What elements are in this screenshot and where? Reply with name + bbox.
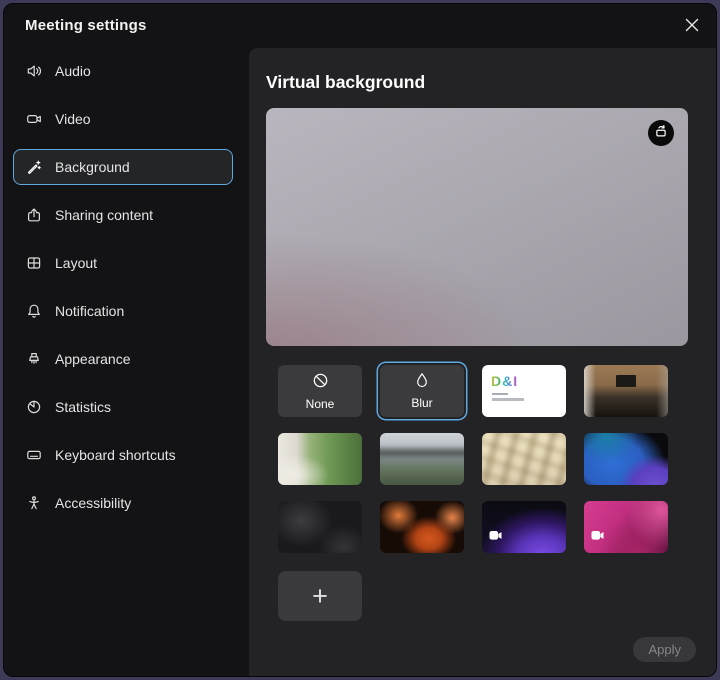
share-icon <box>26 207 42 223</box>
sidebar-item-label: Background <box>55 159 130 175</box>
magic-wand-icon <box>26 159 42 175</box>
background-option-living-room[interactable] <box>278 433 362 485</box>
dni-caption-line <box>492 393 508 395</box>
video-camera-badge-icon <box>489 528 502 546</box>
sidebar-item-layout[interactable]: Layout <box>13 245 233 281</box>
background-thumbnail-grid: None Blur D&I <box>278 365 670 553</box>
background-option-none[interactable]: None <box>278 365 362 417</box>
sidebar-item-label: Notification <box>55 303 124 319</box>
sidebar-item-label: Sharing content <box>55 207 153 223</box>
sidebar-item-label: Appearance <box>55 351 131 367</box>
settings-sidebar: Audio Video Background Sharing content L <box>13 53 233 533</box>
paintbrush-icon <box>26 351 42 367</box>
blur-drop-icon <box>414 372 430 393</box>
sidebar-item-label: Audio <box>55 63 91 79</box>
apply-button[interactable]: Apply <box>633 637 696 662</box>
video-camera-icon <box>26 111 42 127</box>
layout-grid-icon <box>26 255 42 271</box>
sidebar-item-label: Video <box>55 111 91 127</box>
page-title: Virtual background <box>266 72 425 93</box>
accessibility-icon <box>26 495 42 511</box>
background-option-blurred-mountains[interactable] <box>380 433 464 485</box>
window-light-image <box>482 433 566 485</box>
background-option-lava-marble[interactable] <box>380 501 464 553</box>
sidebar-item-label: Keyboard shortcuts <box>55 447 176 463</box>
sidebar-item-background[interactable]: Background <box>13 149 233 185</box>
dni-logo-text: D&I <box>491 373 518 389</box>
sidebar-item-audio[interactable]: Audio <box>13 53 233 89</box>
mountains-image <box>380 433 464 485</box>
flip-camera-button[interactable] <box>648 120 674 146</box>
background-option-purple-glow-video[interactable] <box>482 501 566 553</box>
camera-preview <box>266 108 688 346</box>
flip-camera-icon <box>652 122 670 145</box>
background-option-abstract-blue[interactable] <box>584 433 668 485</box>
sidebar-item-accessibility[interactable]: Accessibility <box>13 485 233 521</box>
background-option-abstract-dark[interactable] <box>278 501 362 553</box>
plus-icon: + <box>312 583 328 610</box>
add-background-button[interactable]: + <box>278 571 362 621</box>
sidebar-item-appearance[interactable]: Appearance <box>13 341 233 377</box>
sidebar-item-label: Accessibility <box>55 495 131 511</box>
sidebar-item-video[interactable]: Video <box>13 101 233 137</box>
sidebar-item-notification[interactable]: Notification <box>13 293 233 329</box>
close-button[interactable] <box>681 16 703 38</box>
virtual-background-panel: Virtual background None Blur <box>249 48 716 676</box>
close-icon <box>685 18 699 37</box>
background-option-pink-waves-video[interactable] <box>584 501 668 553</box>
none-icon <box>312 372 329 394</box>
sidebar-item-statistics[interactable]: Statistics <box>13 389 233 425</box>
sidebar-item-label: Layout <box>55 255 97 271</box>
option-label: None <box>306 397 335 411</box>
background-option-window-light[interactable] <box>482 433 566 485</box>
dialog-title: Meeting settings <box>25 17 147 34</box>
sidebar-item-sharing-content[interactable]: Sharing content <box>13 197 233 233</box>
pie-chart-icon <box>26 399 42 415</box>
background-option-office-room[interactable] <box>584 365 668 417</box>
option-label: Blur <box>411 396 432 410</box>
dni-caption-line <box>492 398 524 401</box>
background-option-dni-logo[interactable]: D&I <box>482 365 566 417</box>
background-option-blur[interactable]: Blur <box>380 365 464 417</box>
sidebar-item-label: Statistics <box>55 399 111 415</box>
keyboard-icon <box>26 447 42 463</box>
bell-icon <box>26 303 42 319</box>
speaker-icon <box>26 63 42 79</box>
meeting-settings-dialog: Meeting settings Audio Video Background <box>3 3 717 677</box>
office-tv-screen <box>616 375 636 387</box>
sidebar-item-keyboard-shortcuts[interactable]: Keyboard shortcuts <box>13 437 233 473</box>
video-camera-badge-icon <box>591 528 604 546</box>
